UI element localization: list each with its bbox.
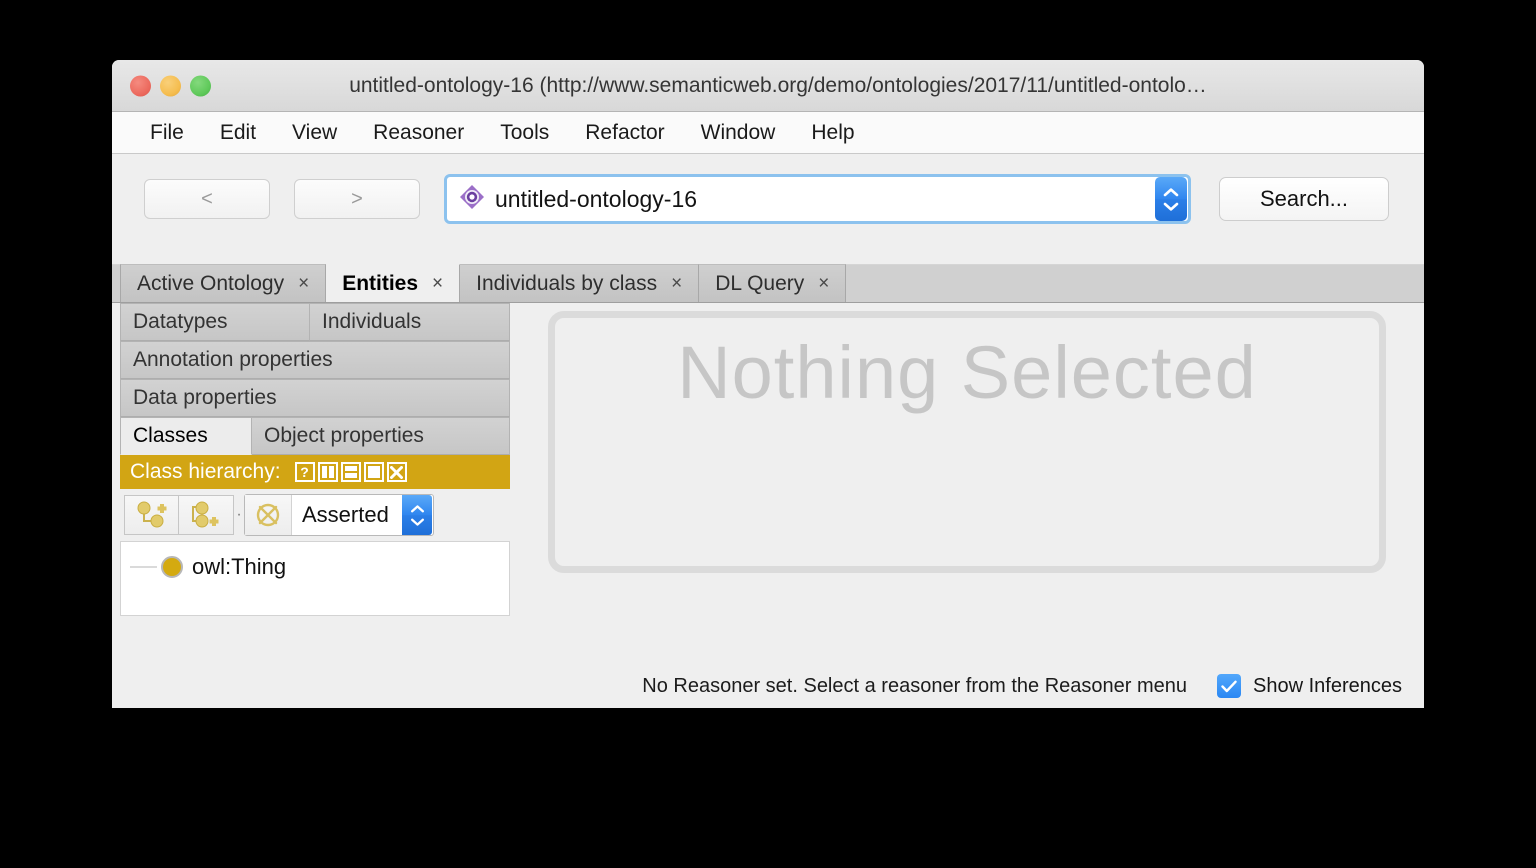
entity-subtab-row-4: Classes Object properties xyxy=(120,417,510,455)
chevron-down-icon xyxy=(1163,202,1179,211)
no-reasoner-icon xyxy=(245,495,292,535)
subtab-data-properties-label: Data properties xyxy=(133,386,277,409)
class-hierarchy-header-icons: ? xyxy=(294,462,407,482)
tab-dl-query-label: DL Query xyxy=(715,271,805,295)
workspace-body: Datatypes Individuals Annotation propert… xyxy=(112,303,1424,663)
subtab-classes[interactable]: Classes xyxy=(120,417,252,455)
menu-item-refactor[interactable]: Refactor xyxy=(567,119,682,147)
toolbar-separator: · xyxy=(236,506,242,523)
chevron-up-icon xyxy=(1163,187,1179,196)
checkmark-icon xyxy=(1221,680,1237,692)
tab-dl-query[interactable]: DL Query × xyxy=(699,264,847,302)
show-inferences-control[interactable]: Show Inferences xyxy=(1217,674,1402,698)
navigate-forward-label: > xyxy=(351,187,363,210)
menu-bar: File Edit View Reasoner Tools Refactor W… xyxy=(112,112,1424,154)
close-panel-icon[interactable] xyxy=(386,462,407,482)
help-icon-glyph: ? xyxy=(300,464,309,480)
owl-class-icon xyxy=(161,556,183,578)
navigate-back-button[interactable]: < xyxy=(144,179,270,219)
hierarchy-view-stepper[interactable] xyxy=(402,495,432,535)
tab-individuals-by-class[interactable]: Individuals by class × xyxy=(460,264,700,302)
search-button-label: Search... xyxy=(1259,186,1349,211)
window-title: untitled-ontology-16 (http://www.semanti… xyxy=(349,73,1207,97)
show-inferences-label: Show Inferences xyxy=(1253,674,1402,697)
navigate-forward-button[interactable]: > xyxy=(294,179,420,219)
subtab-datatypes-label: Datatypes xyxy=(133,310,228,333)
show-inferences-checkbox[interactable] xyxy=(1217,674,1242,698)
subtab-annotation-properties-label: Annotation properties xyxy=(133,348,333,371)
tree-item-owl-thing[interactable]: owl:Thing xyxy=(121,552,509,582)
ontology-combobox-stepper[interactable] xyxy=(1155,177,1187,221)
tree-item-owl-thing-label: owl:Thing xyxy=(192,554,287,579)
active-ontology-combobox[interactable]: untitled-ontology-16 xyxy=(444,174,1191,224)
menu-item-window[interactable]: Window xyxy=(683,119,794,147)
main-toolbar: < > untitled-ontology-16 Search... xyxy=(112,154,1424,265)
protege-main-window: untitled-ontology-16 (http://www.semanti… xyxy=(112,60,1424,708)
tab-dl-query-close-icon[interactable]: × xyxy=(818,274,829,293)
entity-subtab-row-1: Datatypes Individuals xyxy=(120,303,510,341)
tab-individuals-by-class-close-icon[interactable]: × xyxy=(671,274,682,293)
maximize-panel-icon[interactable] xyxy=(363,462,384,482)
tab-active-ontology[interactable]: Active Ontology × xyxy=(120,264,327,302)
subtab-individuals-label: Individuals xyxy=(322,310,422,333)
menu-item-tools[interactable]: Tools xyxy=(482,119,567,147)
split-vertical-icon[interactable] xyxy=(317,462,338,482)
ontology-icon xyxy=(459,184,485,215)
tab-active-ontology-label: Active Ontology xyxy=(137,271,285,295)
hierarchy-view-value: Asserted xyxy=(302,502,389,527)
add-subclass-button[interactable] xyxy=(124,495,179,535)
entity-detail-panel: Nothing Selected xyxy=(510,303,1424,663)
status-bar: No Reasoner set. Select a reasoner from … xyxy=(112,663,1424,708)
minimize-window-button[interactable] xyxy=(160,75,181,96)
help-icon[interactable]: ? xyxy=(294,462,315,482)
chevron-down-icon xyxy=(410,518,424,526)
active-ontology-label: untitled-ontology-16 xyxy=(495,185,698,212)
nothing-selected-label: Nothing Selected xyxy=(677,331,1257,414)
subtab-individuals[interactable]: Individuals xyxy=(310,303,510,341)
subtab-data-properties[interactable]: Data properties xyxy=(120,379,510,417)
class-hierarchy-header: Class hierarchy: ? xyxy=(120,455,510,489)
active-ontology-value-area: untitled-ontology-16 xyxy=(447,177,1155,221)
split-horizontal-icon[interactable] xyxy=(340,462,361,482)
traffic-lights xyxy=(130,75,211,96)
entities-left-panel: Datatypes Individuals Annotation propert… xyxy=(120,303,510,616)
subtab-classes-label: Classes xyxy=(133,424,208,447)
navigate-back-label: < xyxy=(201,187,213,210)
subtab-annotation-properties[interactable]: Annotation properties xyxy=(120,341,510,379)
add-subclass-icon xyxy=(137,501,166,528)
entity-subtab-row-2: Annotation properties xyxy=(120,341,510,379)
add-sibling-class-icon xyxy=(192,501,219,528)
main-tab-bar: Active Ontology × Entities × Individuals… xyxy=(112,264,1424,303)
maximize-window-button[interactable] xyxy=(190,75,211,96)
class-hierarchy-toolbar: · Asserted xyxy=(120,489,510,541)
subtab-datatypes[interactable]: Datatypes xyxy=(120,303,310,341)
menu-item-file[interactable]: File xyxy=(132,119,202,147)
tab-active-ontology-close-icon[interactable]: × xyxy=(298,274,309,293)
entity-subtab-row-3: Data properties xyxy=(120,379,510,417)
window-titlebar: untitled-ontology-16 (http://www.semanti… xyxy=(112,60,1424,112)
tab-entities[interactable]: Entities × xyxy=(326,264,461,302)
tree-connector-icon xyxy=(130,566,157,568)
reasoner-status-text: No Reasoner set. Select a reasoner from … xyxy=(642,674,1188,697)
menu-item-help[interactable]: Help xyxy=(793,119,872,147)
close-window-button[interactable] xyxy=(130,75,151,96)
hierarchy-view-combobox[interactable]: Asserted xyxy=(244,494,434,536)
search-button[interactable]: Search... xyxy=(1219,177,1389,221)
subtab-object-properties-label: Object properties xyxy=(264,424,424,447)
tab-individuals-by-class-label: Individuals by class xyxy=(476,271,658,295)
chevron-up-icon xyxy=(410,504,424,512)
class-hierarchy-tree[interactable]: owl:Thing xyxy=(120,541,510,616)
tab-entities-close-icon[interactable]: × xyxy=(432,274,443,293)
menu-item-reasoner[interactable]: Reasoner xyxy=(355,119,482,147)
add-sibling-class-button[interactable] xyxy=(179,495,234,535)
subtab-object-properties[interactable]: Object properties xyxy=(252,417,510,455)
menu-item-edit[interactable]: Edit xyxy=(202,119,274,147)
tab-entities-label: Entities xyxy=(342,271,419,295)
menu-item-view[interactable]: View xyxy=(274,119,355,147)
nothing-selected-placeholder: Nothing Selected xyxy=(548,311,1386,573)
class-hierarchy-title: Class hierarchy: xyxy=(130,460,281,483)
